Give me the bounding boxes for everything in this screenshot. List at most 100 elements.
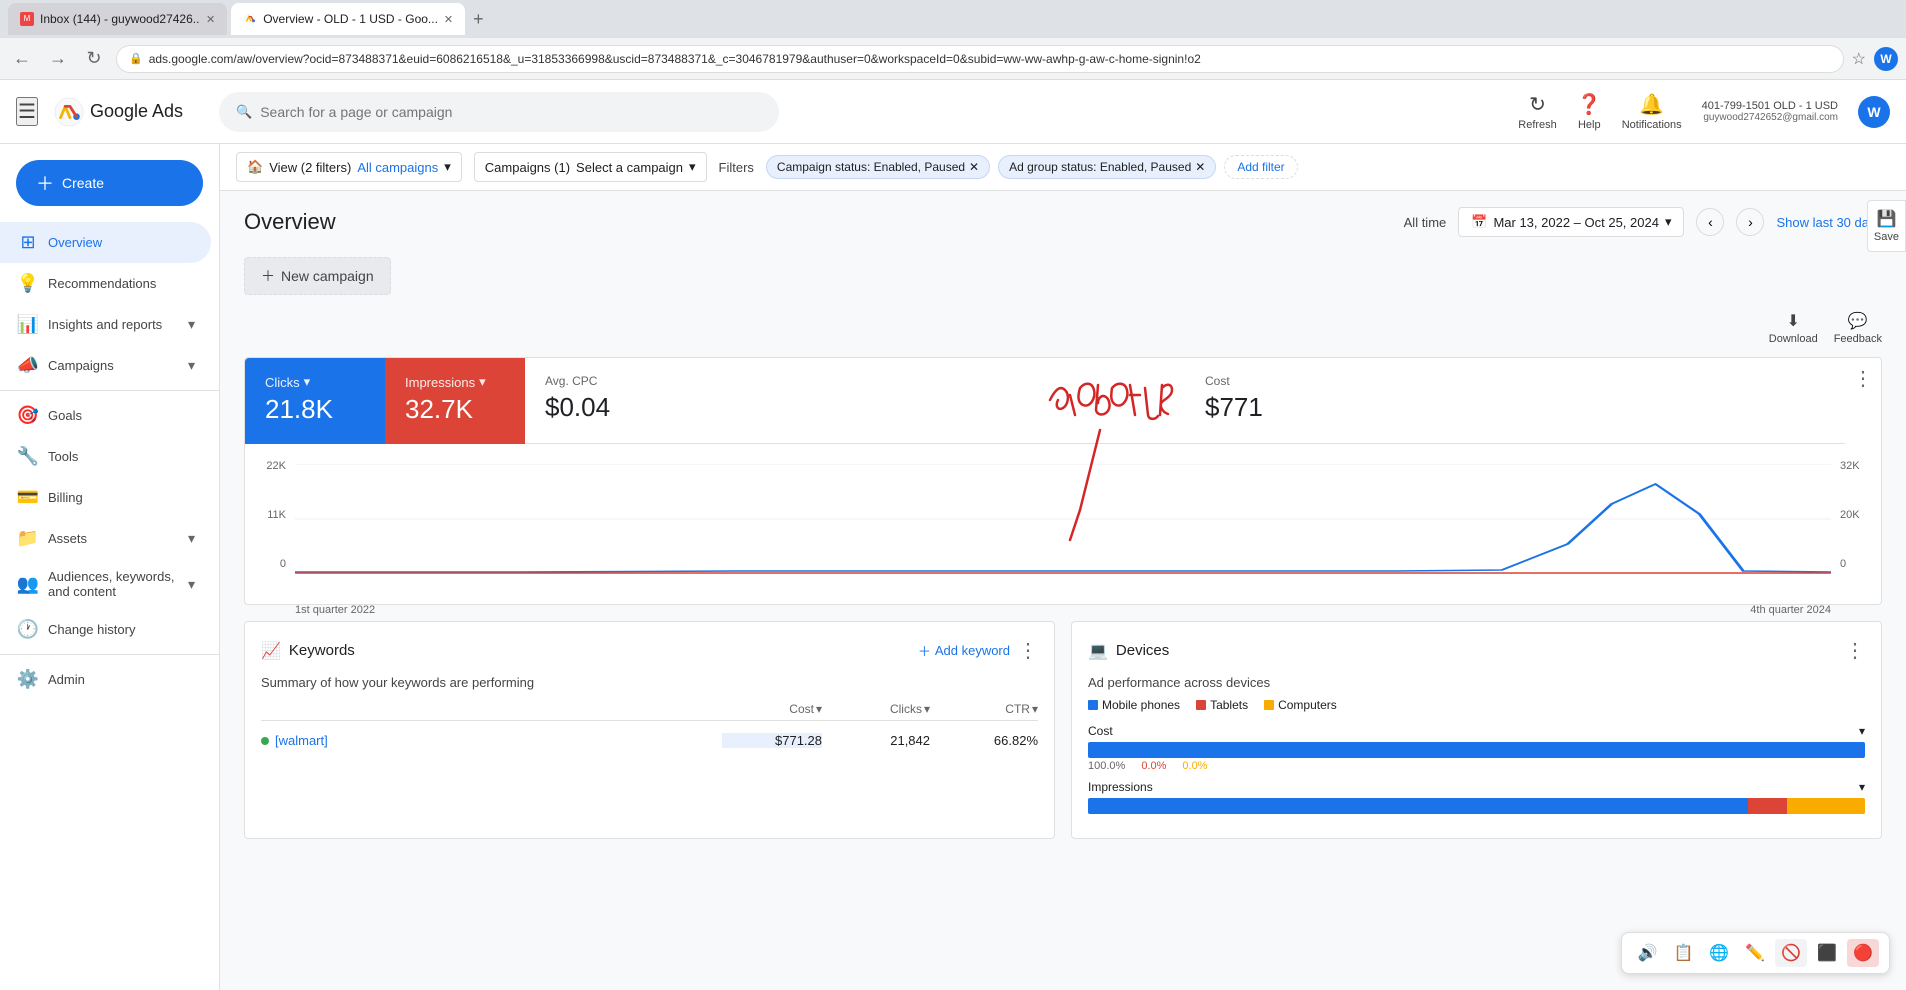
download-button[interactable]: ⬇ Download [1769, 311, 1818, 345]
screen-tool-button[interactable]: ⬛ [1811, 939, 1843, 967]
copy-tool-button[interactable]: 📋 [1667, 939, 1699, 967]
goals-icon: 🎯 [16, 405, 40, 426]
view-dropdown[interactable]: 🏠 View (2 filters) All campaigns ▾ [236, 152, 462, 182]
record-tool-button[interactable]: 🔴 [1847, 939, 1879, 967]
impressions-dropdown-icon[interactable]: ▾ [1859, 780, 1865, 794]
sidebar-item-audiences[interactable]: 👥 Audiences, keywords, and content ▾ [0, 559, 211, 609]
add-filter-button[interactable]: Add filter [1224, 155, 1297, 179]
tab-gmail[interactable]: M Inbox (144) - guywood27426... ✕ [8, 3, 227, 35]
sidebar-item-campaigns[interactable]: 📣 Campaigns ▾ [0, 345, 211, 386]
tab-googleads[interactable]: Overview - OLD - 1 USD - Goo... ✕ [231, 3, 465, 35]
cost-bar-values: 100.0% 0.0% 0.0% [1088, 760, 1865, 772]
block-tool-button[interactable]: 🚫 [1775, 939, 1807, 967]
sidebar-item-overview[interactable]: ⊞ Overview [0, 222, 211, 263]
sort-cost-icon: ▾ [816, 702, 822, 716]
stats-more-button[interactable]: ⋮ [1845, 358, 1881, 399]
close-tab-googleads[interactable]: ✕ [444, 13, 453, 26]
bookmark-icon[interactable]: ☆ [1852, 49, 1866, 69]
home-icon: 🏠 [247, 159, 263, 175]
sort-ctr-icon: ▾ [1032, 702, 1038, 716]
dropdown-arrow-impressions: ▾ [479, 374, 486, 390]
page-title: Overview [244, 209, 336, 235]
devices-more-button[interactable]: ⋮ [1845, 638, 1865, 663]
notifications-button[interactable]: 🔔 Notifications [1622, 92, 1682, 131]
stat-tile-cost[interactable]: Cost $771 [1185, 358, 1845, 444]
sidebar-item-insights[interactable]: 📊 Insights and reports ▾ [0, 304, 211, 345]
remove-chip-icon-2[interactable]: ✕ [1195, 160, 1205, 174]
date-prev-button[interactable]: ‹ [1696, 208, 1724, 236]
stat-tile-impressions[interactable]: Impressions ▾ 32.7K [385, 358, 525, 444]
impressions-label: Impressions ▾ [405, 374, 505, 390]
tools-icon: 🔧 [16, 446, 40, 467]
y-axis-right: 32K 20K 0 [1836, 460, 1881, 570]
clicks-label: Clicks ▾ [265, 374, 365, 390]
add-keyword-button[interactable]: ＋ Add keyword [918, 641, 1010, 660]
stats-card: Clicks ▾ 21.8K Impressions ▾ 32.7K [244, 357, 1882, 605]
help-button[interactable]: ❓ Help [1577, 92, 1602, 131]
plus-blue-icon: ＋ [918, 641, 931, 660]
filter-chip-campaign-status[interactable]: Campaign status: Enabled, Paused ✕ [766, 155, 990, 179]
chevron-date-icon: ▾ [1665, 214, 1672, 230]
browser-chrome: M Inbox (144) - guywood27426... ✕ Overvi… [0, 0, 1906, 38]
translate-tool-button[interactable]: 🌐 [1703, 939, 1735, 967]
search-input-wrap[interactable]: 🔍 [219, 92, 779, 132]
sidebar-item-change-history[interactable]: 🕐 Change history [0, 609, 211, 650]
search-input[interactable] [260, 104, 762, 120]
sidebar-item-admin[interactable]: ⚙️ Admin [0, 659, 211, 700]
devices-legend: Mobile phones Tablets Computers [1088, 698, 1865, 712]
feedback-button[interactable]: 💬 Feedback [1834, 311, 1882, 345]
date-next-button[interactable]: › [1736, 208, 1764, 236]
cost-cell: $771.28 [722, 733, 822, 748]
campaign-icon: 📣 [16, 355, 40, 376]
back-button[interactable]: ← [8, 45, 36, 73]
save-button[interactable]: 💾 Save [1867, 200, 1906, 252]
sidebar-item-billing[interactable]: 💳 Billing [0, 477, 211, 518]
stat-tile-clicks[interactable]: Clicks ▾ 21.8K [245, 358, 385, 444]
dropdown-arrow-clicks: ▾ [304, 374, 311, 390]
hamburger-menu[interactable]: ☰ [16, 97, 38, 126]
filter-chips: Campaign status: Enabled, Paused ✕ Ad gr… [766, 155, 1298, 179]
draw-tool-button[interactable]: ✏️ [1739, 939, 1771, 967]
mobile-dot [1088, 700, 1098, 710]
col-header-ctr[interactable]: CTR ▾ [938, 702, 1038, 716]
forward-button[interactable]: → [44, 45, 72, 73]
sidebar-item-assets[interactable]: 📁 Assets ▾ [0, 518, 211, 559]
browser-navbar: ← → ↻ 🔒 ads.google.com/aw/overview?ocid=… [0, 38, 1906, 80]
close-tab-gmail[interactable]: ✕ [206, 13, 215, 26]
browser-avatar[interactable]: W [1874, 47, 1898, 71]
keyword-status-dot [261, 737, 269, 745]
stat-tile-avgcpc[interactable]: Avg. CPC $0.04 [525, 358, 1185, 444]
cost-dropdown-icon[interactable]: ▾ [1859, 724, 1865, 738]
date-controls: All time 📅 Mar 13, 2022 – Oct 25, 2024 ▾… [1404, 207, 1882, 237]
top-header: ☰ Google Ads 🔍 ↻ Refresh ❓ Help [0, 80, 1906, 144]
col-header-cost[interactable]: Cost ▾ [722, 702, 822, 716]
sidebar-item-goals[interactable]: 🎯 Goals [0, 395, 211, 436]
remove-chip-icon[interactable]: ✕ [969, 160, 979, 174]
create-button[interactable]: ＋ Create [16, 160, 203, 206]
chart-svg [295, 464, 1831, 574]
col-header-clicks[interactable]: Clicks ▾ [830, 702, 930, 716]
refresh-button[interactable]: ↻ Refresh [1518, 92, 1557, 131]
col-header-keyword [261, 702, 714, 716]
keywords-summary: Summary of how your keywords are perform… [261, 675, 1038, 690]
admin-icon: ⚙️ [16, 669, 40, 690]
keyword-cell[interactable]: [walmart] [261, 733, 714, 748]
new-campaign-button[interactable]: ＋ New campaign [244, 257, 391, 295]
assets-icon: 📁 [16, 528, 40, 549]
chevron-view-icon: ▾ [444, 159, 451, 175]
add-tab-button[interactable]: + [469, 9, 488, 30]
insights-icon: 📊 [16, 314, 40, 335]
filter-bar: 🏠 View (2 filters) All campaigns ▾ Campa… [220, 144, 1906, 191]
keywords-card: 📈 Keywords ＋ Add keyword ⋮ Summary of ho… [244, 621, 1055, 839]
keywords-more-button[interactable]: ⋮ [1018, 638, 1038, 663]
audio-tool-button[interactable]: 🔊 [1632, 939, 1664, 967]
reload-button[interactable]: ↻ [80, 45, 108, 73]
campaign-select-dropdown[interactable]: Campaigns (1) Select a campaign ▾ [474, 152, 707, 182]
keywords-icon: 📈 [261, 641, 281, 661]
address-bar[interactable]: 🔒 ads.google.com/aw/overview?ocid=873488… [116, 45, 1844, 73]
account-avatar[interactable]: W [1858, 96, 1890, 128]
sidebar-item-tools[interactable]: 🔧 Tools [0, 436, 211, 477]
filter-chip-adgroup-status[interactable]: Ad group status: Enabled, Paused ✕ [998, 155, 1216, 179]
date-range-picker[interactable]: 📅 Mar 13, 2022 – Oct 25, 2024 ▾ [1458, 207, 1684, 237]
sidebar-item-recommendations[interactable]: 💡 Recommendations [0, 263, 211, 304]
